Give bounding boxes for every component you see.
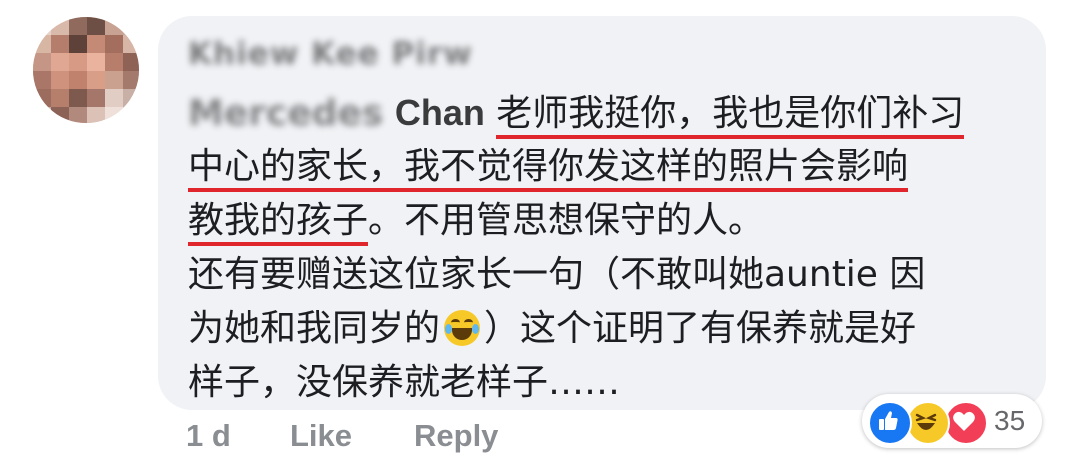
comment-text: 。不用管思想保守的人。 (368, 200, 765, 241)
like-button[interactable]: Like (290, 418, 352, 454)
avatar-pixel (105, 35, 123, 53)
avatar-pixel (87, 71, 105, 89)
avatar-pixel (33, 71, 51, 89)
avatar-pixel (105, 107, 123, 123)
avatar-pixel (105, 53, 123, 71)
comment-text: 还有要赠送这位家长一句（不敢叫她auntie 因 (188, 254, 926, 295)
avatar-pixel (69, 89, 87, 107)
avatar[interactable] (33, 17, 139, 123)
avatar-pixel (33, 53, 51, 71)
avatar-pixel (87, 35, 105, 53)
avatar-pixel (87, 107, 105, 123)
timestamp[interactable]: 1 d (186, 418, 231, 454)
avatar-pixel (33, 35, 51, 53)
avatar-pixel (87, 89, 105, 107)
haha-icon (906, 401, 950, 445)
avatar-pixel (105, 89, 123, 107)
avatar-pixel (69, 71, 87, 89)
avatar-pixel (51, 71, 69, 89)
avatar-pixel (123, 71, 139, 89)
avatar-pixel (69, 17, 87, 35)
avatar-pixel (123, 35, 139, 53)
avatar-pixel (51, 89, 69, 107)
avatar-pixel (123, 89, 139, 107)
avatar-pixel (123, 53, 139, 71)
underlined-text: 中心的家长，我不觉得你发这样的照片会影响 (188, 146, 909, 192)
avatar-pixel (87, 53, 105, 71)
reply-button[interactable]: Reply (414, 418, 498, 454)
love-icon (944, 401, 988, 445)
face-with-tears-of-joy-icon (444, 310, 481, 346)
avatar-pixel (69, 35, 87, 53)
avatar-pixel (69, 53, 87, 71)
avatar-pixel (69, 107, 87, 123)
mention-name[interactable]: Chan (395, 92, 485, 133)
comment-text: 为她和我同岁的 (188, 308, 441, 349)
avatar-pixel (105, 17, 123, 35)
avatar-pixel (87, 17, 105, 35)
comment-line: 中心的家长，我不觉得你发这样的照片会影响 (188, 140, 1028, 194)
comment-line: 还有要赠送这位家长一句（不敢叫她auntie 因 (188, 248, 1028, 302)
like-icon (868, 401, 912, 445)
avatar-pixel (51, 107, 69, 123)
comment-author[interactable]: Khiew Kee Pirw (188, 36, 473, 76)
underlined-text: 教我的孩子 (188, 200, 369, 246)
comment-line: Mercedes Chan 老师我挺你，我也是你们补习 (188, 86, 1028, 140)
avatar-pixel (51, 53, 69, 71)
comment-body: Mercedes Chan 老师我挺你，我也是你们补习 中心的家长，我不觉得你发… (188, 86, 1028, 410)
comment-text: 样子，没保养就老样子…… (188, 362, 621, 403)
comment-line: 教我的孩子。不用管思想保守的人。 (188, 194, 1028, 248)
reaction-count: 35 (994, 405, 1026, 436)
comment-line: 为她和我同岁的 ）这个证明了有保养就是好 (188, 302, 1028, 356)
avatar-pixel (33, 89, 51, 107)
avatar-pixel (51, 35, 69, 53)
avatar-pixel (105, 71, 123, 89)
avatar-pixel (33, 17, 51, 35)
comment-text: ）这个证明了有保养就是好 (484, 308, 917, 349)
reactions-summary[interactable]: 35 (862, 394, 1042, 448)
mention-blurred[interactable]: Mercedes (188, 87, 383, 141)
avatar-pixel (51, 17, 69, 35)
underlined-text: 老师我挺你，我也是你们补习 (496, 93, 965, 139)
